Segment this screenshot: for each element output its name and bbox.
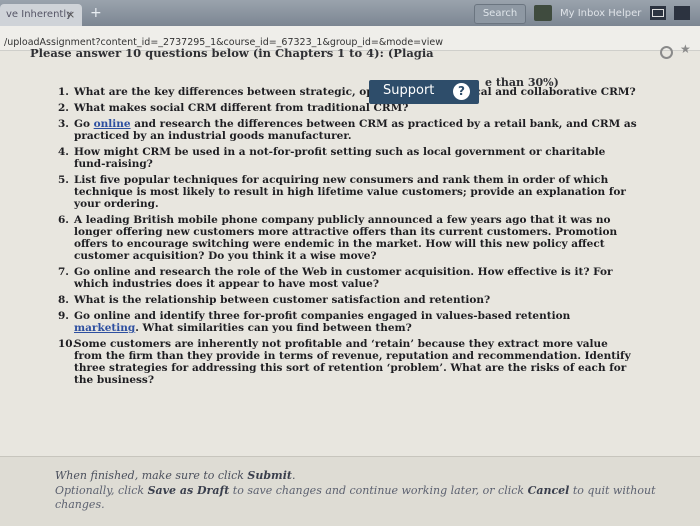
question-item: 1. What are the key differences between s… — [58, 86, 638, 98]
new-tab-button[interactable]: + — [90, 5, 102, 21]
question-number: 4. — [58, 146, 69, 158]
question-text: A leading British mobile phone company p… — [74, 214, 618, 262]
question-text-pre: Go — [74, 118, 94, 130]
tab-label: ve Inherently — [6, 9, 73, 20]
question-item: 9. Go online and identify three for-profi… — [58, 310, 638, 334]
question-text: Some customers are inherently not profit… — [74, 338, 631, 386]
question-number: 2. — [58, 102, 69, 114]
question-number: 8. — [58, 294, 69, 306]
question-text-pre: Go online and identify three for-profit … — [74, 310, 571, 322]
close-tab-icon[interactable]: × — [66, 8, 75, 21]
question-text: What are the key differences between str… — [74, 86, 636, 98]
question-item: 5. List five popular techniques for acqui… — [58, 174, 638, 210]
question-number: 3. — [58, 118, 69, 130]
question-item: 8. What is the relationship between custo… — [58, 294, 638, 306]
support-label: Support — [383, 83, 435, 98]
footer-line-changes: changes. — [55, 498, 105, 511]
online-link[interactable]: online — [94, 118, 131, 130]
question-text-post: . What similarities can you find between… — [135, 322, 412, 334]
question-number: 10. — [58, 338, 77, 350]
question-number: 7. — [58, 266, 69, 278]
save-draft-keyword: Save as Draft — [147, 484, 230, 497]
question-text: What makes social CRM different from tra… — [74, 102, 409, 114]
footer-line-submit: When finished, make sure to click Submit… — [55, 469, 296, 482]
question-item: 4. How might CRM be used in a not-for-pro… — [58, 146, 638, 170]
question-list: 1. What are the key differences between s… — [58, 86, 638, 390]
question-number: 1. — [58, 86, 69, 98]
question-number: 6. — [58, 214, 69, 226]
page-instruction: Please answer 10 questions below (in Cha… — [30, 46, 434, 60]
question-text: List five popular techniques for acquiri… — [74, 174, 626, 210]
question-number: 9. — [58, 310, 69, 322]
question-item: 7. Go online and research the role of the… — [58, 266, 638, 290]
bookmark-star-icon[interactable]: ★ — [680, 42, 691, 56]
support-button[interactable]: Support ? — [369, 80, 479, 104]
question-number: 5. — [58, 174, 69, 186]
mail-icon[interactable] — [650, 6, 666, 20]
browser-tab[interactable]: ve Inherently × — [0, 4, 82, 26]
extension-icon[interactable] — [534, 5, 552, 21]
question-text-post: and research the differences between CRM… — [74, 118, 637, 142]
submit-keyword: Submit — [247, 469, 292, 482]
question-item: 10. Some customers are inherently not pro… — [58, 338, 638, 386]
menu-icon[interactable] — [674, 6, 690, 20]
question-text: How might CRM be used in a not-for-profi… — [74, 146, 606, 170]
zoom-icon[interactable] — [660, 46, 673, 59]
footer-instructions: When finished, make sure to click Submit… — [0, 456, 700, 526]
question-item: 2. What makes social CRM different from t… — [58, 102, 638, 114]
cancel-keyword: Cancel — [527, 484, 570, 497]
question-item: 6. A leading British mobile phone company… — [58, 214, 638, 262]
marketing-link[interactable]: marketing — [74, 322, 135, 334]
search-button[interactable]: Search — [474, 4, 526, 24]
question-text: What is the relationship between custome… — [74, 294, 491, 306]
browser-tab-bar: ve Inherently × + Search My Inbox Helper — [0, 0, 700, 26]
help-icon: ? — [453, 83, 470, 100]
footer-line-draft: Optionally, click Save as Draft to save … — [55, 484, 656, 497]
extension-label[interactable]: My Inbox Helper — [560, 8, 641, 19]
question-item: 3. Go online and research the differences… — [58, 118, 638, 142]
question-text: Go online and research the role of the W… — [74, 266, 613, 290]
